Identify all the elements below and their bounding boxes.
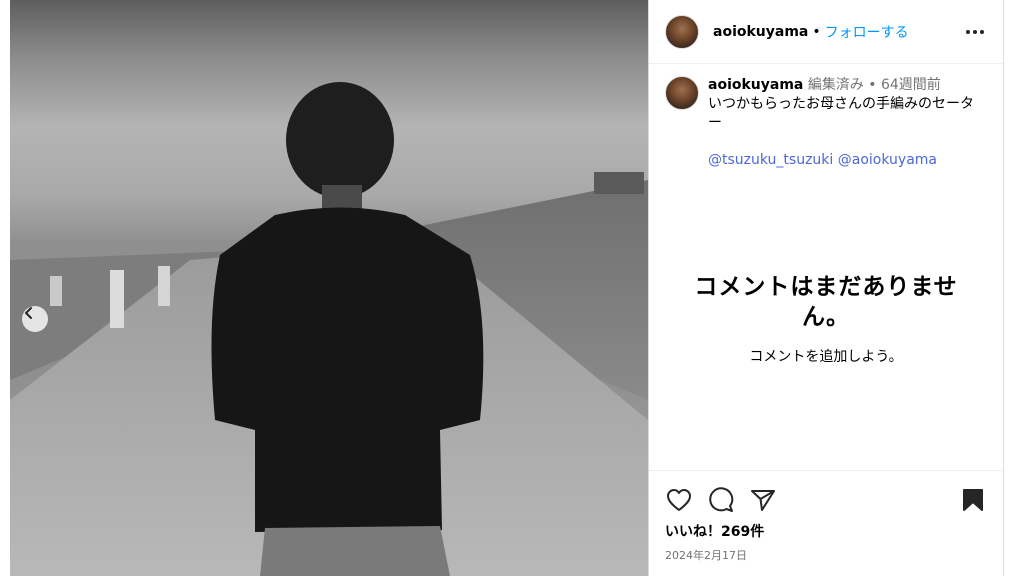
more-horizontal-icon — [966, 29, 984, 34]
chevron-left-icon — [25, 307, 32, 319]
caption-username[interactable]: aoiokuyama — [708, 77, 803, 93]
caption-text: いつかもらったお母さんの手編みのセーター — [708, 96, 974, 131]
post-image — [10, 0, 648, 576]
follow-button[interactable]: フォローする — [825, 22, 909, 42]
post-date[interactable]: 2024年2月17日 — [649, 541, 1003, 563]
caption-body: aoiokuyama 編集済み • 64週間前 いつかもらったお母さんの手編みの… — [708, 76, 987, 170]
share-button[interactable] — [749, 486, 777, 514]
caption-avatar[interactable] — [665, 76, 699, 110]
post-actions: いいね！269件 2024年2月17日 — [649, 470, 1003, 576]
post-header: aoiokuyama • フォローする — [649, 0, 1003, 64]
empty-comments-subtitle: コメントを追加しよう。 — [749, 349, 903, 365]
likes-count[interactable]: いいね！269件 — [649, 515, 1003, 541]
header-username[interactable]: aoiokuyama — [713, 24, 808, 40]
caption-meta: 編集済み • 64週間前 — [807, 77, 941, 93]
caption: aoiokuyama 編集済み • 64週間前 いつかもらったお母さんの手編みの… — [649, 64, 1003, 170]
paper-plane-icon — [751, 490, 775, 511]
carousel-prev-button[interactable] — [22, 306, 48, 332]
caption-mentions: @tsuzuku_tsuzuki @aoiokuyama — [708, 151, 987, 170]
comment-button[interactable] — [707, 486, 735, 514]
empty-comments-title: コメントはまだありません。 — [694, 274, 958, 330]
post-side-panel: aoiokuyama • フォローする aoiokuyama 編集済み • 64… — [648, 0, 1004, 576]
bookmark-icon — [963, 489, 983, 511]
more-options-button[interactable] — [963, 29, 987, 35]
comment-bubble-icon — [709, 487, 734, 512]
save-button[interactable] — [959, 486, 987, 514]
action-icons-row — [649, 471, 1003, 515]
heart-icon — [667, 489, 691, 511]
mention-link[interactable]: @tsuzuku_tsuzuki — [708, 152, 833, 168]
separator-dot: • — [812, 23, 821, 40]
avatar[interactable] — [665, 14, 699, 49]
like-button[interactable] — [665, 486, 693, 514]
post-photo-illustration — [10, 82, 648, 576]
mention-link[interactable]: @aoiokuyama — [838, 152, 937, 168]
empty-comments: コメントはまだありません。 コメントを追加しよう。 — [649, 272, 1003, 366]
